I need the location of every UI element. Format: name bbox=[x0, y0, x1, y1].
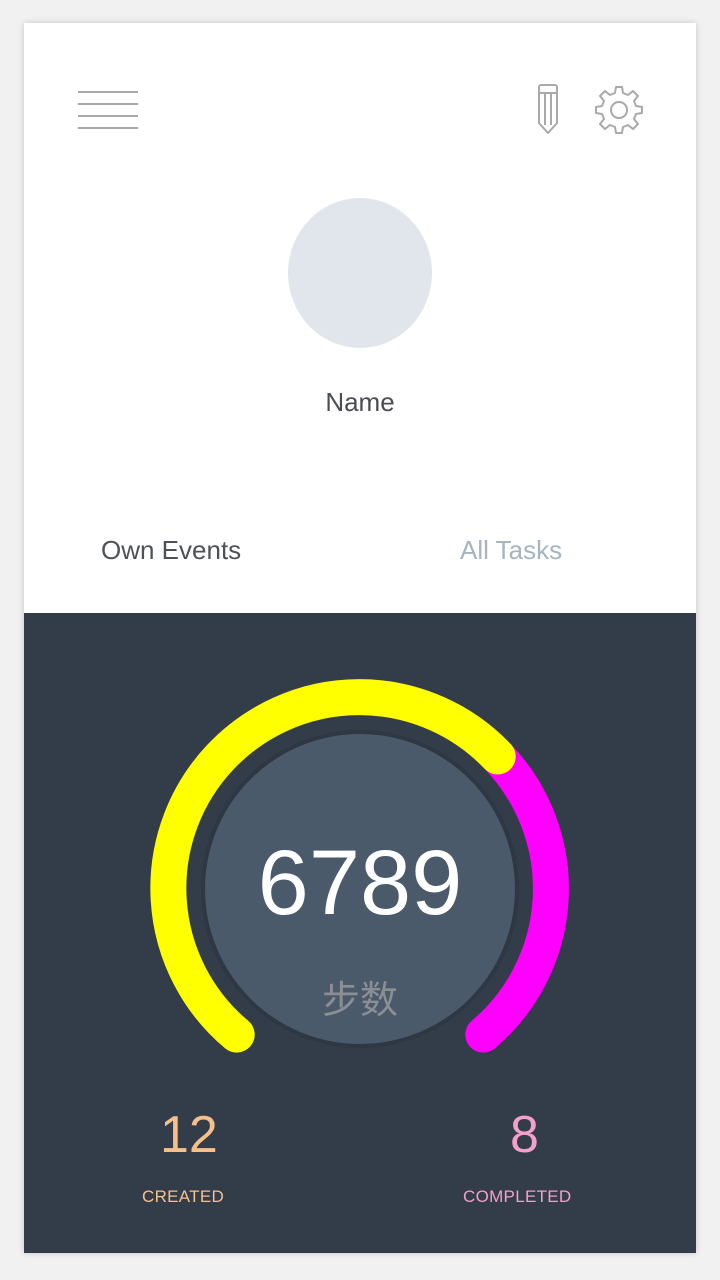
pencil-icon[interactable] bbox=[534, 83, 562, 135]
stats-panel: 6789 步数 12 CREATED 8 COMPLETED bbox=[24, 613, 696, 1253]
steps-label: 步数 bbox=[321, 978, 398, 1022]
tab-own-events[interactable]: Own Events bbox=[101, 535, 241, 566]
tab-all-tasks[interactable]: All Tasks bbox=[460, 535, 562, 566]
created-count: 12 bbox=[160, 1106, 218, 1164]
completed-label: COMPLETED bbox=[463, 1187, 572, 1206]
created-label: CREATED bbox=[142, 1187, 225, 1206]
avatar[interactable] bbox=[288, 198, 432, 348]
completed-count: 8 bbox=[510, 1106, 539, 1164]
gear-icon[interactable] bbox=[594, 85, 644, 135]
steps-value: 6789 bbox=[257, 832, 463, 934]
profile-card: Name Own Events All Tasks 6789 步数 12 CRE… bbox=[24, 23, 696, 1253]
menu-icon[interactable] bbox=[78, 89, 138, 131]
profile-name: Name bbox=[325, 387, 395, 417]
